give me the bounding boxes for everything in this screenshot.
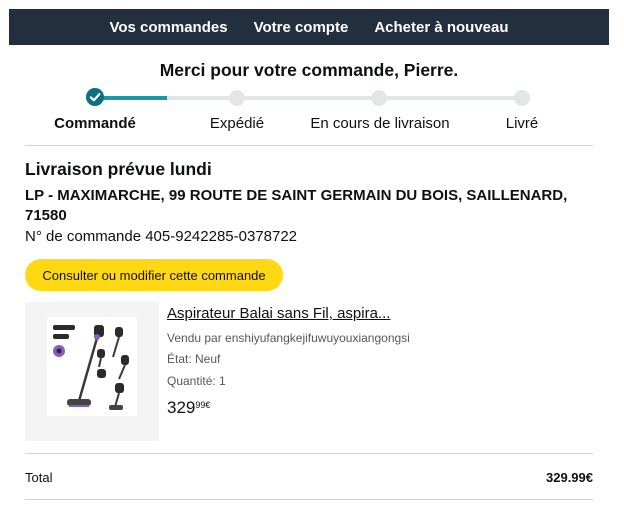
step-label-delivered: Livré [505, 115, 539, 132]
delivery-title: Livraison prévue lundi [25, 159, 212, 179]
step-delivered-dot [514, 90, 530, 106]
price-fraction: 99€ [195, 400, 211, 410]
product-image[interactable] [47, 317, 137, 416]
step-label-ordered: Commandé [54, 115, 136, 132]
nav-account-link[interactable]: Votre compte [254, 19, 349, 36]
step-label-shipped: Expédié [209, 115, 265, 132]
product-title-link[interactable]: Aspirateur Balai sans Fil, aspira... [167, 305, 390, 322]
progress-fill [95, 96, 167, 100]
total-label: Total [25, 470, 53, 485]
divider [25, 499, 593, 500]
seller-text: Vendu par enshiyufangkejifuwuyouxiangong… [167, 331, 410, 345]
item-price: 32999€ [167, 398, 210, 418]
price-whole: 329 [167, 398, 196, 417]
total-value: 329.99€ [546, 470, 593, 485]
manage-order-button[interactable]: Consulter ou modifier cette commande [25, 259, 283, 291]
order-number: N° de commande 405-9242285-0378722 [25, 228, 298, 245]
quantity-text: Quantité: 1 [167, 374, 226, 388]
step-in-transit-dot [371, 90, 387, 106]
thank-you-heading: Merci pour votre commande, Pierre. [159, 60, 459, 80]
vacuum-image-icon [53, 325, 129, 410]
step-shipped-dot [229, 90, 245, 106]
nav-orders-link[interactable]: Vos commandes [109, 19, 227, 36]
condition-text: État: Neuf [167, 352, 221, 366]
step-label-in-transit: En cours de livraison [310, 115, 450, 132]
nav-buy-again-link[interactable]: Acheter à nouveau [374, 19, 508, 36]
delivery-address: LP - MAXIMARCHE, 99 ROUTE DE SAINT GERMA… [25, 187, 568, 224]
divider [25, 145, 593, 146]
step-ordered-check-icon [86, 88, 104, 106]
divider [25, 453, 593, 454]
top-nav: Vos commandes Votre compte Acheter à nou… [9, 9, 609, 45]
